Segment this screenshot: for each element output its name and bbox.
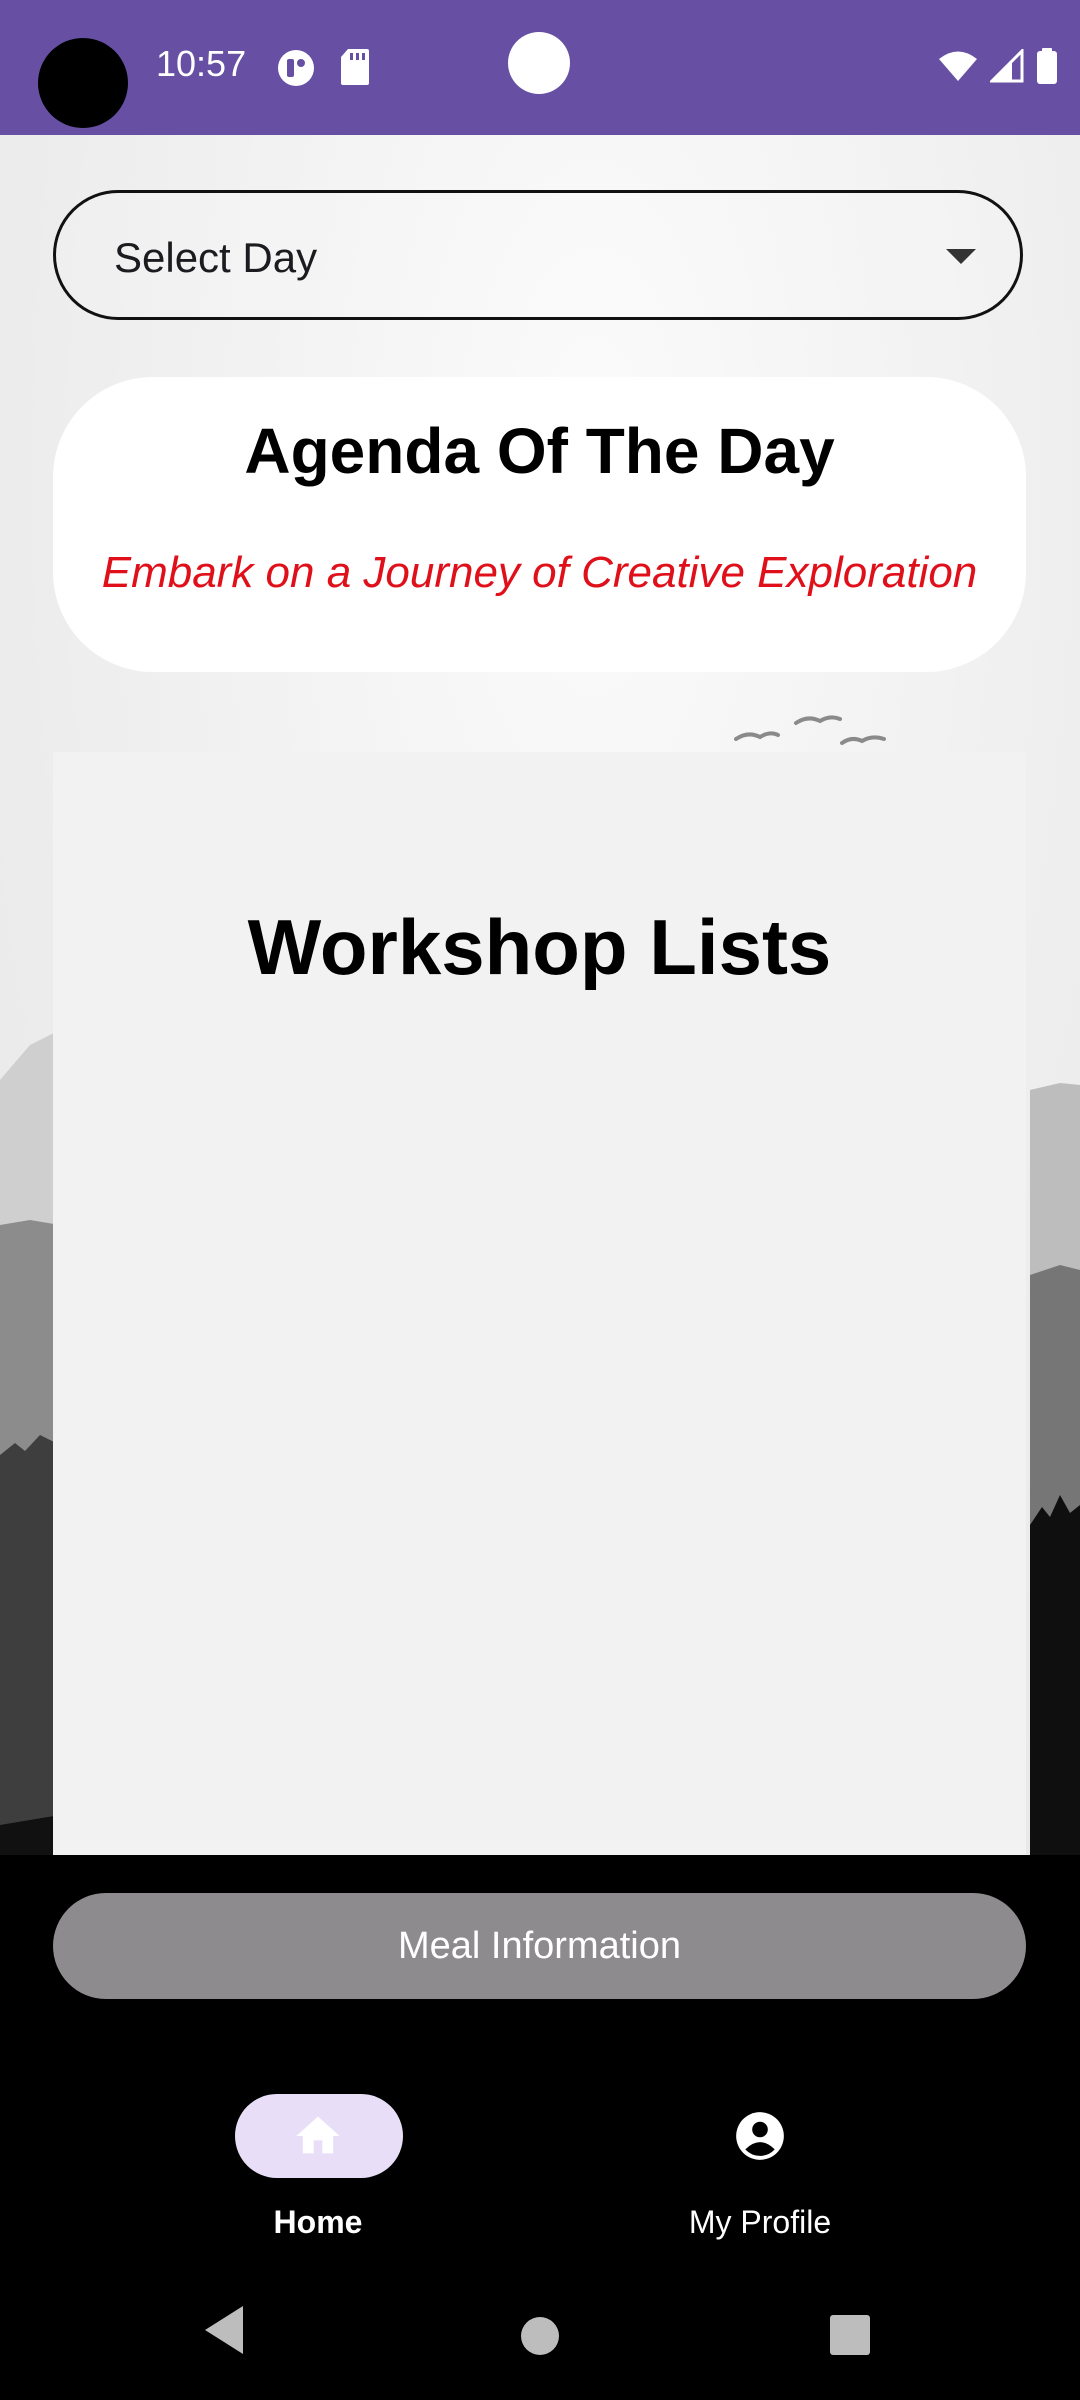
agenda-card: Agenda Of The Day Embark on a Journey of… — [53, 377, 1026, 672]
home-circle-icon — [521, 2317, 559, 2355]
nav-label-my-profile: My Profile — [688, 2204, 832, 2240]
status-time: 10:57 — [156, 43, 247, 84]
nav-item-my-profile[interactable]: My Profile — [630, 2094, 890, 2244]
battery-icon — [1037, 48, 1057, 84]
agenda-title: Agenda Of The Day — [244, 415, 835, 487]
sd-card-icon — [341, 49, 369, 85]
front-camera-dot — [508, 32, 570, 94]
workshop-list-panel: Workshop Lists — [53, 752, 1026, 1855]
workshop-list-title: Workshop Lists — [247, 903, 832, 991]
app-notification-icon — [278, 50, 314, 86]
system-recents-button[interactable] — [790, 2260, 910, 2400]
bottom-navigation-bar: Home My Profile — [0, 2040, 1080, 2260]
home-icon — [296, 2116, 340, 2154]
wifi-icon — [939, 51, 977, 81]
agenda-subtitle: Embark on a Journey of Creative Explorat… — [101, 548, 978, 597]
camera-cutout — [38, 38, 128, 128]
system-home-button[interactable] — [480, 2260, 600, 2400]
system-back-button[interactable] — [165, 2260, 285, 2400]
day-select-dropdown[interactable]: Select Day — [53, 190, 1023, 320]
status-bar: 10:57 — [0, 0, 1080, 135]
nav-label-home: Home — [273, 2204, 363, 2240]
system-navigation-bar — [0, 2260, 1080, 2400]
status-icons — [938, 46, 1058, 86]
day-select-label: Select Day — [114, 234, 318, 281]
app-screen: 10:57 Select Day Agenda Of The Day Embar… — [0, 0, 1080, 2400]
account-circle-icon — [736, 2112, 784, 2160]
back-icon — [205, 2306, 243, 2354]
recents-icon — [830, 2315, 870, 2355]
content-area: Select Day Agenda Of The Day Embark on a… — [0, 135, 1080, 1855]
meal-information-button[interactable]: Meal Information — [53, 1893, 1026, 1999]
dropdown-arrow-icon — [946, 249, 976, 264]
cell-signal-icon — [990, 49, 1024, 83]
nav-item-home[interactable]: Home — [188, 2094, 448, 2244]
